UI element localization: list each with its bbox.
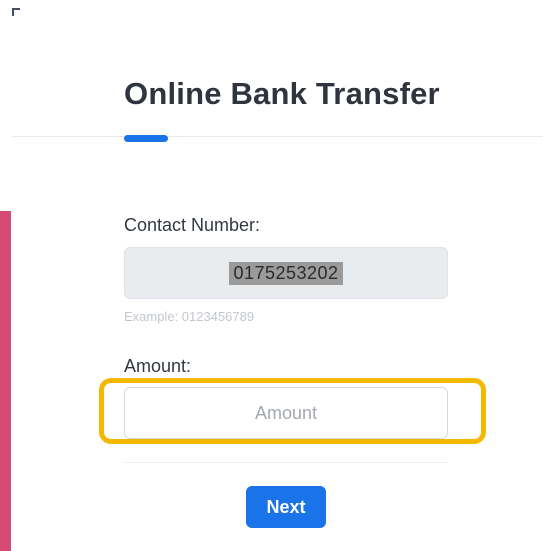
- header-divider: [12, 136, 543, 137]
- contact-number-hint: Example: 0123456789: [124, 309, 255, 324]
- amount-input[interactable]: [124, 387, 448, 439]
- contact-number-field: 0175253202: [124, 247, 448, 299]
- corner-mark: [12, 8, 20, 16]
- next-button[interactable]: Next: [246, 486, 326, 528]
- page-title: Online Bank Transfer: [124, 76, 440, 111]
- form-divider: [124, 462, 448, 463]
- side-accent-strip: [0, 211, 11, 551]
- contact-number-value: 0175253202: [229, 261, 343, 285]
- contact-number-label: Contact Number:: [124, 215, 261, 235]
- title-accent-bar: [124, 135, 168, 142]
- amount-label: Amount:: [124, 356, 192, 376]
